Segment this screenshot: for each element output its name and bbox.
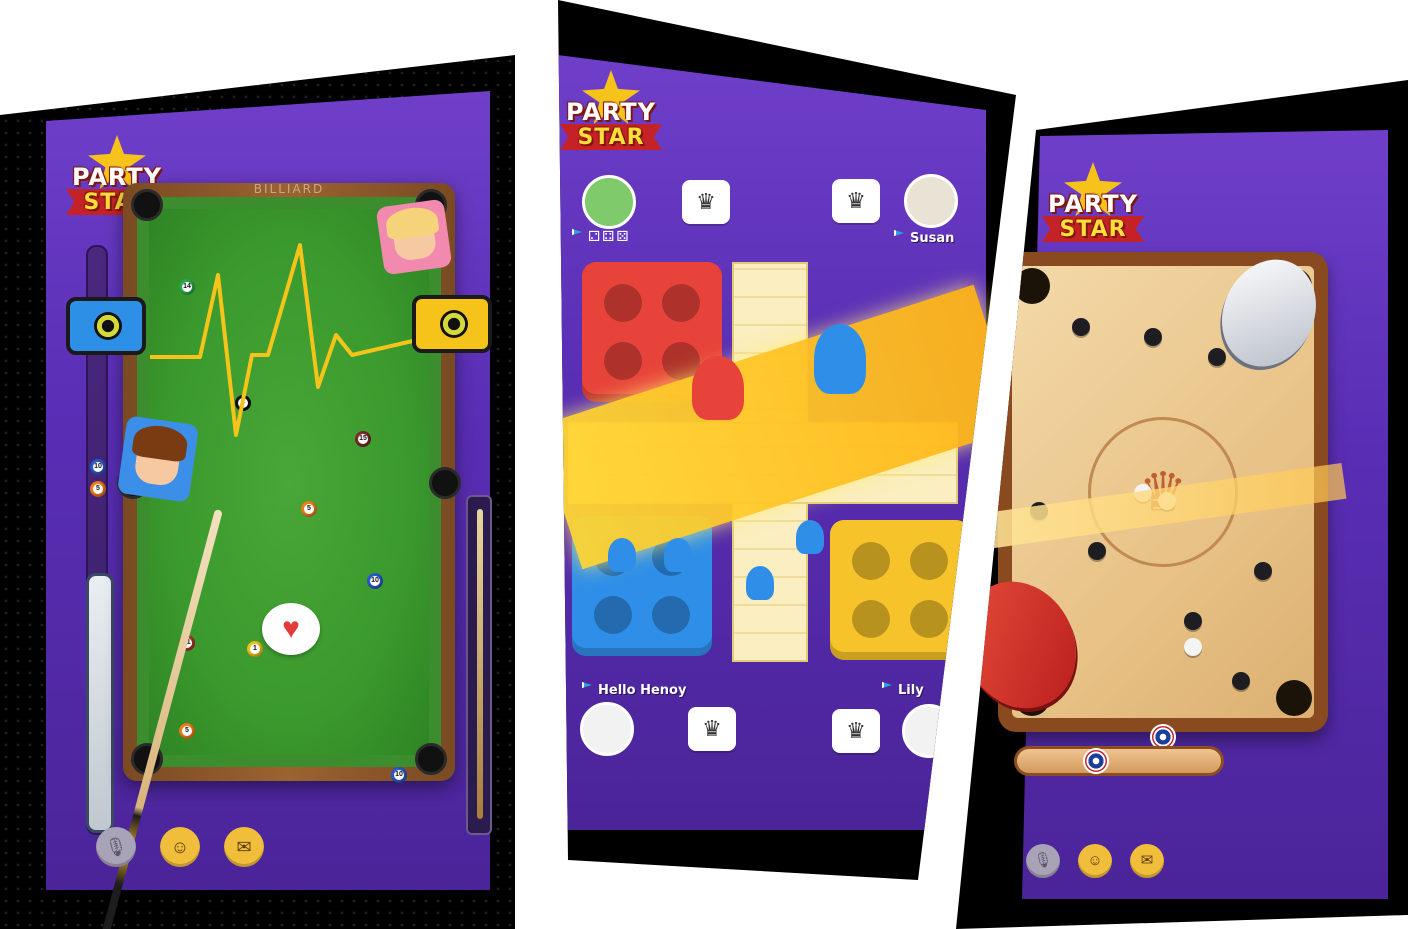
mic-button[interactable]: 🎙 <box>96 827 136 867</box>
player-phone-right <box>412 295 492 353</box>
carrom-coin-black <box>1184 612 1202 630</box>
ludo-panel: PARTY STAR ♛ ⚁⚃⚄ ♛ Susan Hello Henoy ♛ L… <box>558 0 1016 880</box>
logo-text-star: STAR <box>1059 217 1127 242</box>
logo-text-star: STAR <box>577 125 645 150</box>
flag-icon <box>882 682 892 688</box>
player-slot-top-left[interactable]: ♛ <box>582 175 730 229</box>
blue-token[interactable] <box>664 538 692 572</box>
red-token-hit <box>692 356 744 420</box>
pocket <box>1276 680 1312 716</box>
home-slot <box>852 542 890 580</box>
carrom-coin-white <box>1184 638 1202 656</box>
pocket <box>415 743 447 775</box>
home-slot <box>662 284 700 322</box>
blue-token-attacker <box>814 324 866 394</box>
carrom-coin-black <box>1088 542 1106 560</box>
player-avatar <box>902 704 956 758</box>
chat-button[interactable]: ✉ <box>224 827 264 867</box>
flag-icon <box>572 229 582 235</box>
home-slot <box>852 600 890 638</box>
home-slot <box>594 596 632 634</box>
home-slot <box>910 600 948 638</box>
pool-ball: 5 <box>301 501 317 517</box>
pool-ball: 15 <box>355 431 371 447</box>
logo-text-party: PARTY <box>1047 190 1139 218</box>
game-showcase: PARTY STAR 10 5 BILLIARD 14 8 15 5 10 1 1… <box>0 0 1408 929</box>
queue-ball: 5 <box>90 481 106 497</box>
flag-icon <box>582 682 592 688</box>
player-avatar <box>904 174 958 228</box>
eight-ball: 8 <box>235 395 251 411</box>
table-title: BILLIARD <box>253 182 325 196</box>
heart-emote-icon: ♥ <box>262 603 320 655</box>
party-star-logo: PARTY STAR <box>558 70 670 162</box>
crown-icon: ♛ <box>832 179 880 223</box>
player-name-susan: Susan <box>894 230 954 246</box>
player-slot-top-right[interactable]: ♛ <box>832 174 958 228</box>
cue-target-ball: 1 <box>247 641 263 657</box>
chat-button[interactable]: ✉ <box>1130 844 1164 878</box>
blue-token[interactable] <box>796 520 824 554</box>
flag-icon <box>894 230 904 236</box>
blue-token[interactable] <box>746 566 774 600</box>
camera-lens-icon <box>94 312 122 340</box>
cue-spin-bar[interactable] <box>466 495 492 835</box>
crown-icon: ♛ <box>682 180 730 224</box>
player-name-lily: Lily <box>882 682 924 698</box>
home-slot <box>604 284 642 322</box>
home-slot <box>910 542 948 580</box>
carrom-coin-black <box>1144 328 1162 346</box>
home-slot <box>652 596 690 634</box>
billiard-panel: PARTY STAR 10 5 BILLIARD 14 8 15 5 10 11… <box>0 55 515 929</box>
mic-button[interactable]: 🎙 <box>1026 844 1060 878</box>
carrom-coin-black <box>1208 348 1226 366</box>
party-star-logo: PARTY STAR <box>1034 162 1152 254</box>
player-slot-bottom-right[interactable]: ♛ <box>832 704 956 758</box>
queue-ball: 10 <box>90 459 106 475</box>
blue-token[interactable] <box>608 538 636 572</box>
carrom-coin-black <box>1254 562 1272 580</box>
pool-ball: 5 <box>179 723 195 739</box>
power-meter[interactable] <box>86 573 114 833</box>
pocket <box>429 467 461 499</box>
striker-slider[interactable] <box>1014 746 1224 776</box>
camera-lens-icon <box>440 310 468 338</box>
crown-icon: ♛ <box>688 707 736 751</box>
player-avatar <box>580 702 634 756</box>
carrom-coin-black <box>1232 672 1250 690</box>
ludo-board[interactable] <box>558 262 1016 662</box>
player-avatar <box>582 175 636 229</box>
pool-ball: 10 <box>391 767 407 783</box>
emoji-button[interactable]: ☺ <box>1078 844 1112 878</box>
pocket <box>1014 268 1050 304</box>
carrom-coin-black <box>1072 318 1090 336</box>
player-phone-left <box>66 297 146 355</box>
pocket <box>131 189 163 221</box>
home-slot <box>604 342 642 380</box>
dice-icon: ⚁⚃⚄ <box>572 228 631 245</box>
player-avatar-girl <box>375 198 453 276</box>
player-avatar-boy <box>116 415 200 503</box>
striker-handle-icon[interactable] <box>1083 748 1109 774</box>
crown-icon: ♛ <box>832 709 880 753</box>
carrom-panel: PARTY STAR ♛ <box>956 80 1408 929</box>
pool-ball: 10 <box>367 573 383 589</box>
player-slot-bottom-left[interactable]: ♛ <box>580 702 736 756</box>
logo-text-party: PARTY <box>565 98 657 126</box>
player-name-hello-henoy: Hello Henoy <box>582 682 686 698</box>
emoji-button[interactable]: ☺ <box>160 827 200 867</box>
home-yellow <box>830 520 970 660</box>
pool-ball: 14 <box>179 279 195 295</box>
